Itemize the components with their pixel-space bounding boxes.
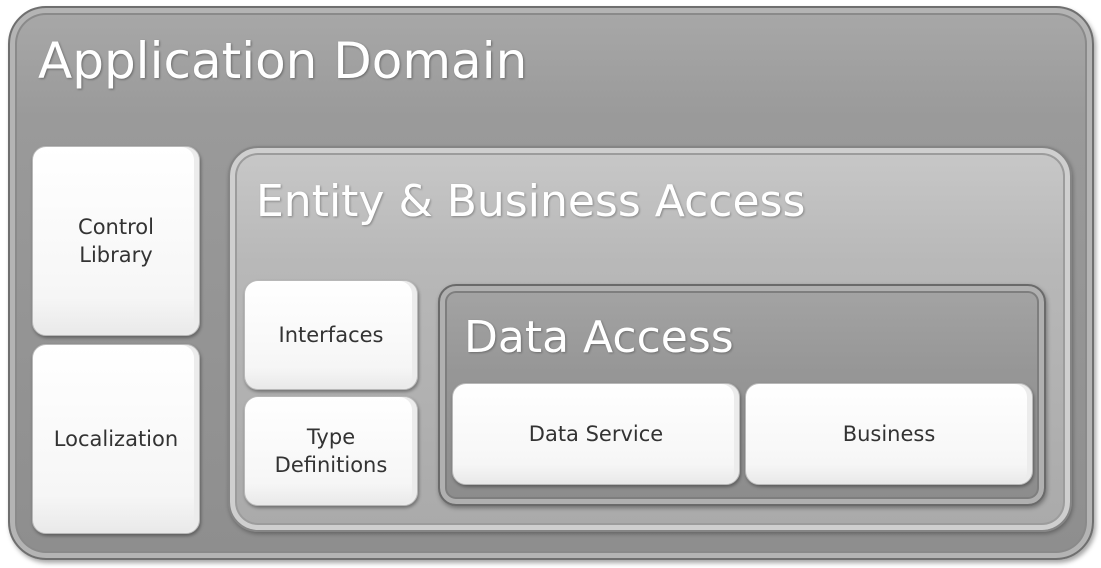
- control-library-line-2: Library: [79, 243, 153, 267]
- interfaces-box: Interfaces: [244, 280, 418, 390]
- type-definitions-line-2: Definitions: [274, 453, 388, 477]
- data-service-box: Data Service: [452, 383, 740, 485]
- localization-box: Localization: [32, 344, 200, 534]
- control-library-line-1: Control: [78, 214, 154, 239]
- entity-business-access-title: Entity & Business Access: [256, 176, 806, 227]
- type-definitions-label: Type Definitions: [275, 423, 388, 480]
- control-library-box: Control Library: [32, 146, 200, 336]
- business-label: Business: [842, 421, 936, 446]
- data-access-title: Data Access: [464, 312, 734, 363]
- localization-label: Localization: [53, 426, 179, 451]
- data-service-label: Data Service: [528, 421, 664, 446]
- interfaces-label: Interfaces: [278, 322, 384, 347]
- business-box: Business: [745, 383, 1033, 485]
- control-library-label: Control Library: [78, 213, 154, 270]
- type-definitions-box: Type Definitions: [244, 396, 418, 506]
- type-definitions-line-1: Type: [306, 424, 356, 449]
- application-domain-title: Application Domain: [38, 32, 528, 90]
